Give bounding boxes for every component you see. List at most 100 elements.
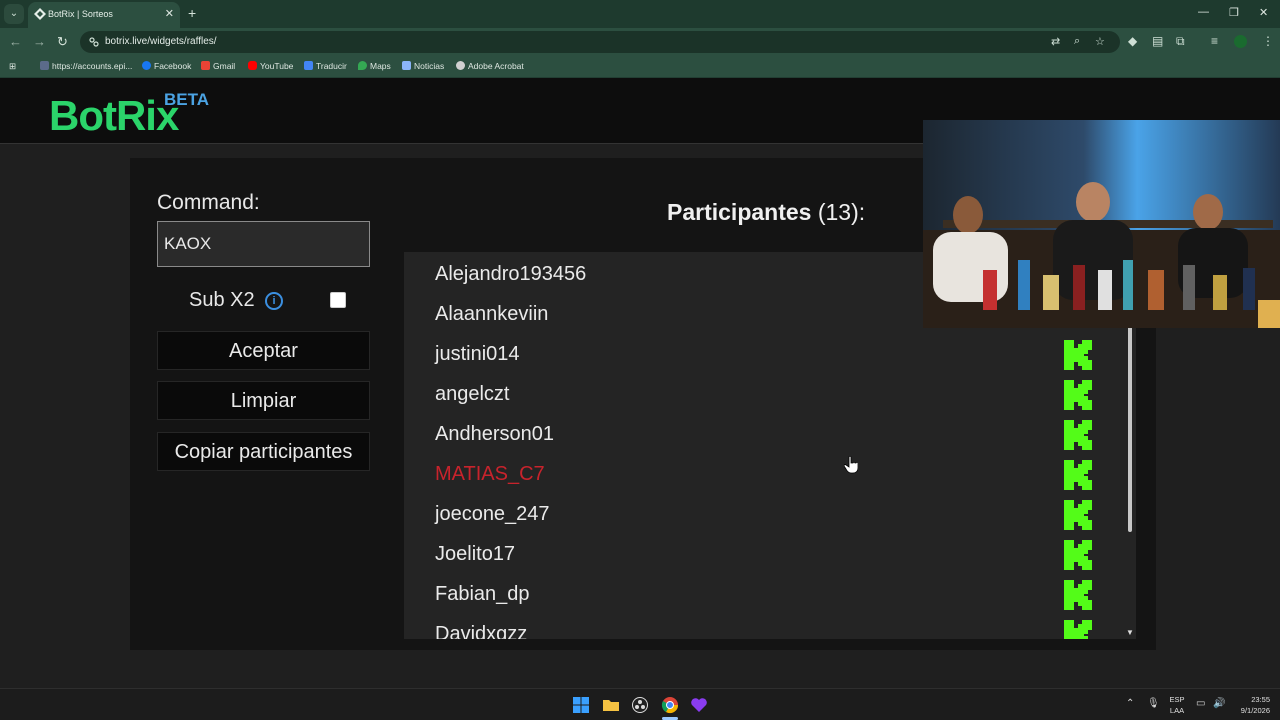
scroll-down-arrow-icon[interactable]: ▼ — [1126, 628, 1134, 637]
participants-title: Participantes — [667, 199, 812, 225]
list-item[interactable]: joecone_247 — [404, 494, 1124, 534]
beta-badge: BETA — [164, 90, 210, 109]
kick-icon — [1064, 460, 1092, 490]
list-item[interactable]: Joelito17 — [404, 534, 1124, 574]
obs-icon[interactable] — [631, 696, 649, 714]
tab-close-icon[interactable]: ✕ — [165, 7, 174, 20]
participant-name: joecone_247 — [435, 503, 550, 525]
menu-icon[interactable]: ⋮ — [1262, 34, 1274, 48]
participant-name-winner: MATIAS_C7 — [435, 463, 545, 485]
botrix-logo[interactable]: BotRix — [49, 92, 179, 140]
bookmark-label: Adobe Acrobat — [468, 61, 524, 71]
command-label: Command: — [157, 191, 260, 214]
file-explorer-icon[interactable] — [602, 696, 620, 714]
twitch-heart-app-icon[interactable] — [690, 696, 708, 714]
new-tab-icon[interactable]: + — [188, 5, 196, 21]
maps-icon — [358, 61, 367, 70]
news-icon — [402, 61, 411, 70]
bookmark-facebook[interactable]: Facebook — [142, 61, 191, 71]
clear-button[interactable]: Limpiar — [157, 381, 370, 420]
windows-start-icon[interactable] — [572, 696, 590, 714]
globe-icon — [456, 61, 465, 70]
participants-heading: Participantes (13): — [667, 199, 865, 226]
kick-icon — [1064, 540, 1092, 570]
forward-icon[interactable]: → — [33, 34, 46, 49]
extensions-icon[interactable]: ⧉ — [1176, 34, 1185, 49]
gmail-icon — [201, 61, 210, 70]
bookmark-accounts[interactable]: https://accounts.epi... — [40, 61, 132, 71]
participant-name: justini014 — [435, 343, 520, 365]
list-item[interactable]: justini014 — [404, 334, 1124, 374]
participant-name: Alejandro193456 — [435, 263, 587, 285]
hand-cursor-icon — [844, 456, 858, 474]
kick-icon — [1064, 500, 1092, 530]
sub-x2-checkbox[interactable] — [330, 292, 346, 308]
clock-date[interactable]: 9/1/2026 — [1226, 706, 1270, 715]
bookmark-gmail[interactable]: Gmail — [201, 61, 235, 71]
translate-icon[interactable]: ⇄ — [1051, 35, 1060, 48]
bookmark-star-icon[interactable]: ☆ — [1095, 35, 1105, 48]
botrix-favicon-icon — [34, 8, 46, 20]
bookmark-label: Maps — [370, 61, 391, 71]
list-item[interactable]: angelczt — [404, 374, 1124, 414]
address-bar[interactable]: botrix.live/widgets/raffles/ ⇄ ⌕ ☆ — [80, 31, 1120, 53]
clock-time[interactable]: 23:55 — [1232, 695, 1270, 704]
bookmark-noticias[interactable]: Noticias — [402, 61, 444, 71]
participants-count: (13): — [817, 199, 866, 225]
microphone-icon[interactable]: 🎙 — [1147, 698, 1160, 709]
bookmark-maps[interactable]: Maps — [358, 61, 391, 71]
webcam-overlay — [923, 120, 1280, 328]
tab-title: BotRix | Sorteos — [48, 9, 113, 19]
bookmark-label: YouTube — [260, 61, 294, 71]
browser-tab-bar: ⌄ BotRix | Sorteos ✕ + — ❐ ✕ — [0, 0, 1280, 28]
bookmark-label: Traducir — [316, 61, 347, 71]
minimize-icon[interactable]: — — [1198, 6, 1209, 18]
kick-icon — [1064, 420, 1092, 450]
kick-icon — [1064, 620, 1092, 639]
list-item[interactable]: Davidxgzz — [404, 614, 1124, 639]
back-icon[interactable]: ← — [9, 34, 22, 49]
language-indicator[interactable]: ESP — [1167, 695, 1187, 704]
bookmark-label: https://accounts.epi... — [52, 61, 133, 71]
participant-name: Davidxgzz — [435, 623, 528, 639]
command-input[interactable] — [157, 221, 370, 267]
apps-grid-icon[interactable]: ⊞ — [9, 61, 16, 72]
accept-button[interactable]: Aceptar — [157, 331, 370, 370]
list-item[interactable]: Andherson01 — [404, 414, 1124, 454]
profile-avatar[interactable] — [1234, 35, 1247, 48]
reading-list-icon[interactable]: ▤ — [1152, 34, 1163, 48]
network-icon[interactable]: ▭ — [1196, 698, 1205, 709]
kick-icon — [1064, 340, 1092, 370]
sub-x2-label: Sub X2 — [189, 289, 255, 311]
participant-name: Fabian_dp — [435, 583, 530, 605]
site-info-icon[interactable] — [88, 36, 100, 48]
zoom-icon[interactable]: ⌕ — [1074, 35, 1080, 48]
browser-tab[interactable]: BotRix | Sorteos ✕ — [28, 2, 180, 28]
info-icon[interactable]: i — [265, 292, 283, 310]
youtube-icon — [248, 61, 257, 70]
participant-name: Alaannkeviin — [435, 303, 549, 325]
keyboard-layout-indicator[interactable]: LAA — [1167, 706, 1187, 715]
participant-name: Andherson01 — [435, 423, 554, 445]
tray-chevron-icon[interactable]: ⌃ — [1126, 698, 1134, 709]
restore-icon[interactable]: ❐ — [1229, 6, 1239, 19]
bookmark-label: Gmail — [213, 61, 236, 71]
close-window-icon[interactable]: ✕ — [1259, 6, 1268, 19]
list-item[interactable]: Fabian_dp — [404, 574, 1124, 614]
chrome-icon[interactable] — [661, 696, 679, 714]
copy-participants-button[interactable]: Copiar participantes — [157, 432, 370, 471]
bookmark-adobe[interactable]: Adobe Acrobat — [456, 61, 524, 71]
media-control-icon[interactable]: ≡ — [1211, 34, 1218, 48]
tab-search-icon[interactable]: ⌄ — [4, 4, 24, 24]
extension-diamond-icon[interactable]: ◆ — [1128, 34, 1137, 48]
bookmark-youtube[interactable]: YouTube — [248, 61, 293, 71]
kick-icon — [1064, 580, 1092, 610]
bookmarks-bar: ⊞ https://accounts.epi... Facebook Gmail… — [0, 56, 1280, 78]
volume-icon[interactable]: 🔊 — [1213, 698, 1225, 709]
bookmark-accounts-icon — [40, 61, 49, 70]
bookmark-label: Noticias — [414, 61, 445, 71]
list-item-winner[interactable]: MATIAS_C7 — [404, 454, 1124, 494]
reload-icon[interactable]: ↻ — [57, 34, 68, 50]
kick-icon — [1064, 380, 1092, 410]
bookmark-traducir[interactable]: Traducir — [304, 61, 347, 71]
